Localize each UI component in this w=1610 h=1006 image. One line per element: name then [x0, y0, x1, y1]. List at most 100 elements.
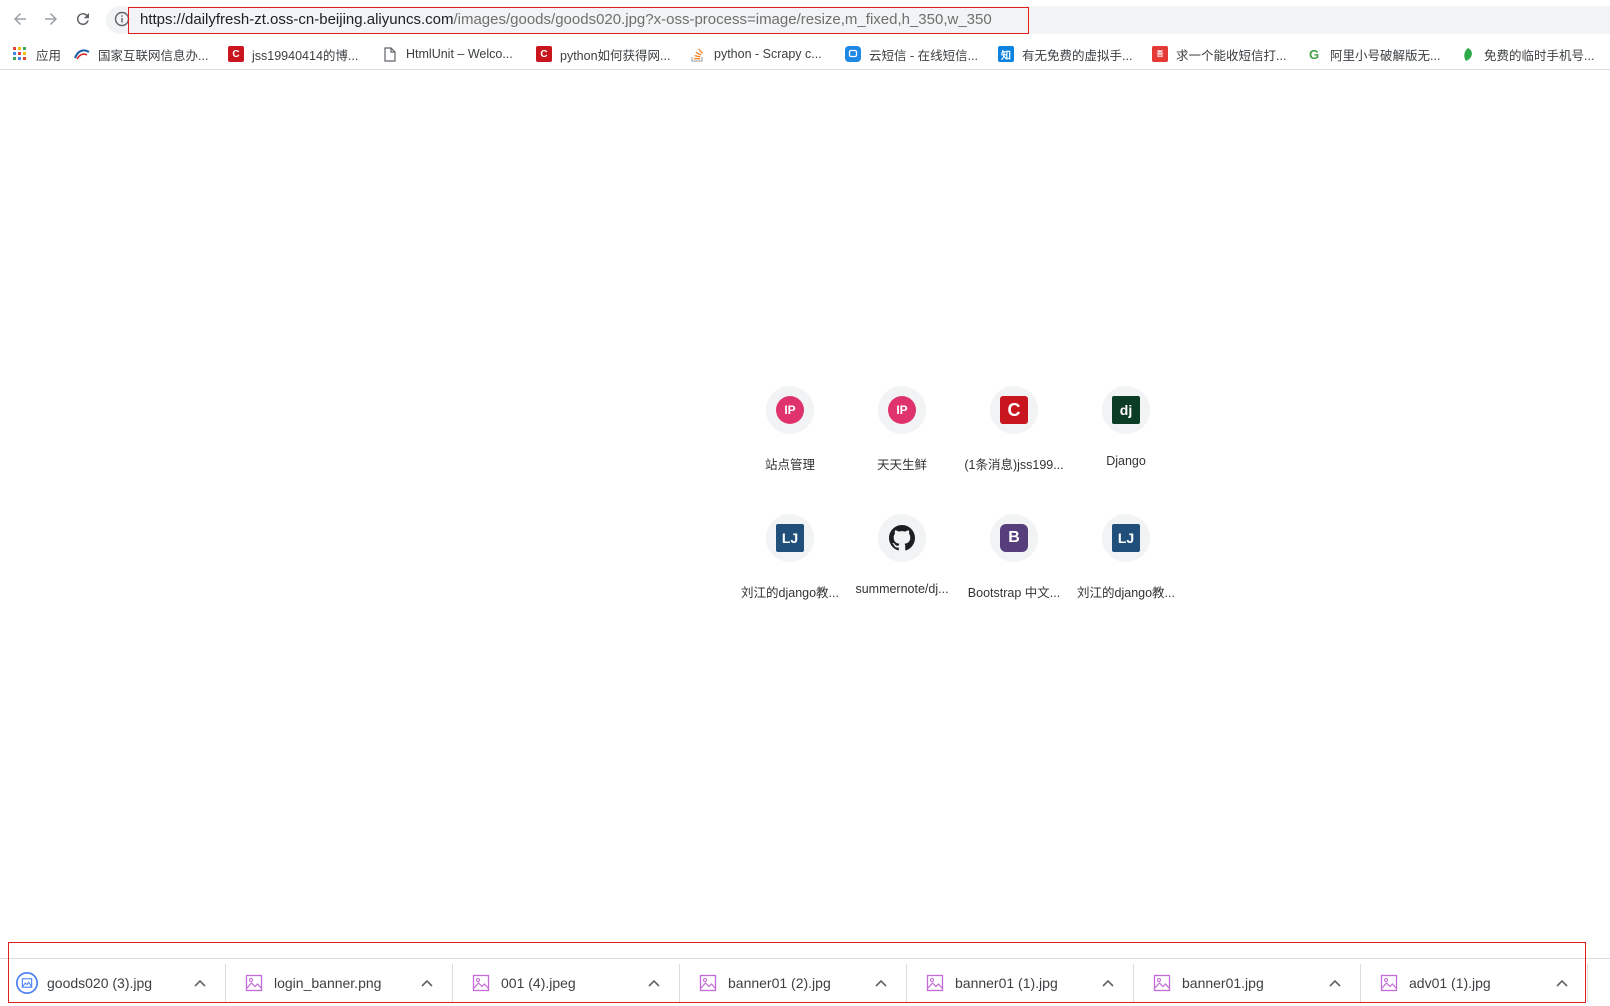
shortcut-tile[interactable]: summernote/dj... — [846, 514, 958, 624]
github-icon — [888, 524, 916, 552]
download-item[interactable]: adv01 (1).jpg — [1362, 964, 1588, 1002]
bookmark-item[interactable]: 国家互联网信息办... — [74, 42, 208, 66]
bookmark-apps[interactable]: 应用 — [12, 42, 61, 66]
shortcut-label: (1条消息)jss199... — [964, 458, 1064, 472]
bookmark-label: 云短信 - 在线短信... — [869, 48, 979, 63]
bookmark-item[interactable]: python - Scrapy c... — [690, 42, 822, 66]
bookmark-item[interactable]: G 阿里小号破解版无... — [1306, 42, 1440, 66]
shortcut-icon-circle: LJ — [1102, 514, 1150, 562]
shortcut-icon-circle: dj — [1102, 386, 1150, 434]
shortcut-icon-circle: C — [990, 386, 1038, 434]
download-filename: 001 (4).jpeg — [501, 975, 576, 991]
apps-grid-icon — [12, 46, 28, 62]
bookmark-item[interactable]: C python如何获得网... — [536, 42, 670, 66]
shortcut-icon-circle: IP — [878, 386, 926, 434]
lj-icon: LJ — [1112, 524, 1140, 552]
chevron-up-icon[interactable] — [189, 972, 211, 994]
g-plus-icon: G — [1308, 46, 1320, 62]
image-file-icon-active — [16, 972, 38, 994]
download-item[interactable]: 001 (4).jpeg — [454, 964, 680, 1002]
shortcut-label: 站点管理 — [764, 458, 815, 472]
shortcut-icon-circle — [878, 514, 926, 562]
chevron-up-icon[interactable] — [870, 972, 892, 994]
download-item[interactable]: goods020 (3).jpg — [0, 964, 226, 1002]
arrow-right-icon — [45, 13, 57, 25]
shortcut-label: 天天生鲜 — [876, 458, 927, 472]
shortcut-label: 刘江的django教... — [1077, 586, 1175, 600]
shortcut-icon-circle: B — [990, 514, 1038, 562]
download-filename: login_banner.png — [274, 975, 382, 991]
bookmark-item[interactable]: 知 有无免费的虚拟手... — [998, 42, 1132, 66]
bookmark-item[interactable]: C jss19940414的博... — [228, 42, 358, 66]
shortcut-tile[interactable]: LJ 刘江的django教... — [1070, 514, 1182, 624]
bookmark-label: HtmlUnit – Welco... — [406, 47, 513, 61]
chevron-up-icon[interactable] — [1551, 972, 1573, 994]
download-filename: goods020 (3).jpg — [47, 975, 153, 991]
bookmark-label: 有无免费的虚拟手... — [1022, 48, 1133, 63]
forward-button[interactable] — [38, 6, 64, 32]
image-file-icon — [924, 972, 946, 994]
reload-button[interactable] — [70, 6, 96, 32]
bookmark-item[interactable]: 免费的临时手机号... — [1460, 42, 1594, 66]
shortcut-tile[interactable]: LJ 刘江的django教... — [734, 514, 846, 624]
shortcut-label: Django — [1106, 454, 1146, 468]
shortcut-tile[interactable]: C (1条消息)jss199... — [958, 386, 1070, 496]
url-path: /images/goods/goods020.jpg?x-oss-process… — [453, 11, 992, 28]
bookmark-label: 应用 — [36, 48, 62, 63]
download-item[interactable]: banner01 (2).jpg — [681, 964, 907, 1002]
back-button[interactable] — [7, 6, 33, 32]
shortcut-tile[interactable]: IP 站点管理 — [734, 386, 846, 496]
leaf-icon — [1460, 46, 1476, 62]
arrow-left-icon — [14, 13, 26, 25]
bookmark-label: jss19940414的博... — [252, 48, 359, 63]
url-host: https://dailyfresh-zt.oss-cn-beijing.ali… — [140, 11, 454, 28]
cac-icon — [74, 46, 90, 62]
image-file-icon — [1378, 972, 1400, 994]
bookmark-label: 免费的临时手机号... — [1484, 48, 1595, 63]
shortcut-icon-circle: LJ — [766, 514, 814, 562]
bookmarks-bar: 应用 国家互联网信息办... C jss19940414的博... HtmlUn… — [0, 38, 1610, 70]
navigation-bar: https://dailyfresh-zt.oss-cn-beijing.ali… — [0, 0, 1610, 38]
bookmark-label: python如何获得网... — [560, 48, 671, 63]
chevron-up-icon[interactable] — [1324, 972, 1346, 994]
chevron-up-icon[interactable] — [643, 972, 665, 994]
shortcut-tile[interactable]: B Bootstrap 中文... — [958, 514, 1070, 624]
url-text[interactable]: https://dailyfresh-zt.oss-cn-beijing.ali… — [140, 10, 992, 30]
cloud-sms-icon — [845, 46, 861, 62]
shortcut-tile[interactable]: IP 天天生鲜 — [846, 386, 958, 496]
shortcut-label: summernote/dj... — [855, 582, 949, 596]
bootstrap-icon: B — [1000, 524, 1028, 552]
bookmark-item[interactable]: HtmlUnit – Welco... — [382, 42, 513, 66]
lj-icon: LJ — [776, 524, 804, 552]
chevron-up-icon[interactable] — [1097, 972, 1119, 994]
django-icon: dj — [1112, 396, 1140, 424]
bookmark-label: python - Scrapy c... — [714, 47, 822, 61]
csdn-icon: C — [228, 46, 244, 62]
download-filename: banner01 (1).jpg — [955, 975, 1058, 991]
forum-icon: 吾 — [1152, 46, 1168, 62]
chevron-up-icon[interactable] — [416, 972, 438, 994]
ip-icon: IP — [776, 396, 804, 424]
csdn-icon: C — [536, 46, 552, 62]
download-filename: banner01 (2).jpg — [728, 975, 831, 991]
shortcut-icon-circle: IP — [766, 386, 814, 434]
zhihu-icon: 知 — [998, 46, 1014, 62]
ip-icon: IP — [888, 396, 916, 424]
reload-icon — [76, 13, 89, 26]
shortcut-tile[interactable]: dj Django — [1070, 386, 1182, 496]
bookmark-label: 国家互联网信息办... — [98, 48, 209, 63]
image-file-icon — [243, 972, 265, 994]
bookmark-label: 阿里小号破解版无... — [1330, 48, 1441, 63]
download-filename: banner01.jpg — [1182, 975, 1264, 991]
download-item[interactable]: banner01.jpg — [1135, 964, 1361, 1002]
image-file-icon — [1151, 972, 1173, 994]
shortcut-label: Bootstrap 中文... — [967, 586, 1061, 600]
download-item[interactable]: banner01 (1).jpg — [908, 964, 1134, 1002]
download-item[interactable]: login_banner.png — [227, 964, 453, 1002]
page-icon — [382, 46, 398, 62]
shortcut-label: 刘江的django教... — [741, 586, 839, 600]
image-file-icon — [697, 972, 719, 994]
bookmark-item[interactable]: 云短信 - 在线短信... — [845, 42, 978, 66]
bookmark-item[interactable]: 吾 求一个能收短信打... — [1152, 42, 1286, 66]
download-filename: adv01 (1).jpg — [1409, 975, 1491, 991]
